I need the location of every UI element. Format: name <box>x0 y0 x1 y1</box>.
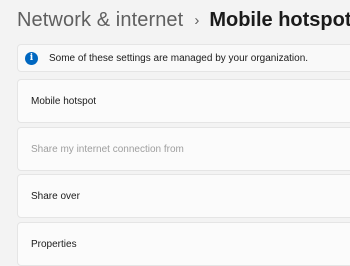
share-connection-from-setting: Share my internet connection from <box>17 127 350 171</box>
banner-text: Some of these settings are managed by yo… <box>49 52 309 64</box>
managed-by-organization-banner: i Some of these settings are managed by … <box>17 44 350 72</box>
page-title: Mobile hotspot <box>209 8 350 31</box>
share-over-setting[interactable]: Share over <box>17 174 350 218</box>
mobile-hotspot-setting[interactable]: Mobile hotspot <box>17 79 350 123</box>
breadcrumb-parent-network-internet[interactable]: Network & internet <box>17 9 183 32</box>
setting-label: Share my internet connection from <box>31 143 184 155</box>
info-icon: i <box>25 51 38 65</box>
breadcrumb: Network & internet › Mobile hotspot <box>17 2 350 38</box>
breadcrumb-separator-icon: › <box>194 11 200 29</box>
properties-setting[interactable]: Properties <box>17 222 350 266</box>
setting-label: Properties <box>31 238 77 250</box>
setting-label: Share over <box>31 190 80 202</box>
setting-label: Mobile hotspot <box>31 95 97 107</box>
